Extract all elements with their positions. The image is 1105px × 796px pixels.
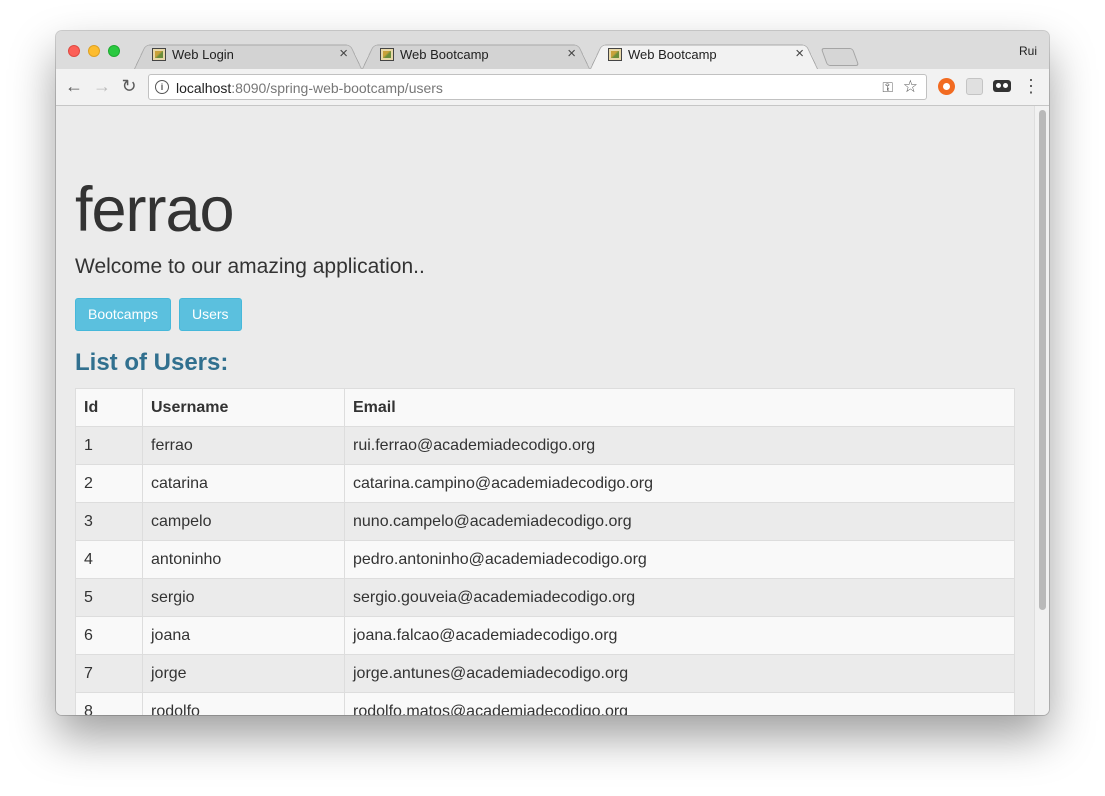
extension-orange-icon[interactable] bbox=[938, 78, 955, 95]
tab-close-icon[interactable]: × bbox=[339, 45, 348, 62]
cell-id: 5 bbox=[75, 578, 143, 617]
cell-email: sergio.gouveia@academiadecodigo.org bbox=[344, 578, 1015, 617]
tab-title: Web Bootcamp bbox=[628, 47, 717, 62]
minimize-window-button[interactable] bbox=[88, 45, 100, 57]
table-row: 2 catarina catarina.campino@academiadeco… bbox=[75, 464, 1015, 503]
page-subtitle: Welcome to our amazing application.. bbox=[75, 255, 425, 278]
column-header-email: Email bbox=[344, 388, 1015, 427]
info-icon[interactable]: i bbox=[155, 80, 169, 94]
cell-id: 2 bbox=[75, 464, 143, 503]
page-viewport: ferrao Welcome to our amazing applicatio… bbox=[56, 106, 1049, 715]
cell-email: rui.ferrao@academiadecodigo.org bbox=[344, 426, 1015, 465]
users-button[interactable]: Users bbox=[179, 298, 242, 331]
tab-web-bootcamp-active[interactable]: Web Bootcamp × bbox=[590, 41, 818, 69]
cell-username: sergio bbox=[142, 578, 345, 617]
tab-strip: Web Login × Web Bootcamp × Web Bootcamp … bbox=[56, 31, 1049, 70]
cell-username: jorge bbox=[142, 654, 345, 693]
tab-close-icon[interactable]: × bbox=[567, 45, 576, 62]
cell-id: 1 bbox=[75, 426, 143, 465]
close-window-button[interactable] bbox=[68, 45, 80, 57]
star-icon[interactable]: ☆ bbox=[903, 77, 918, 97]
cell-username: rodolfo bbox=[142, 692, 345, 715]
cell-id: 7 bbox=[75, 654, 143, 693]
cell-id: 8 bbox=[75, 692, 143, 715]
extension-mask-icon[interactable] bbox=[993, 80, 1011, 92]
maximize-window-button[interactable] bbox=[108, 45, 120, 57]
bootcamps-button[interactable]: Bootcamps bbox=[75, 298, 172, 331]
cell-username: catarina bbox=[142, 464, 345, 503]
cell-email: rodolfo.matos@academiadecodigo.org bbox=[344, 692, 1015, 715]
tab-title: Web Login bbox=[172, 47, 234, 62]
browser-window: Web Login × Web Bootcamp × Web Bootcamp … bbox=[56, 31, 1049, 715]
cell-id: 6 bbox=[75, 616, 143, 655]
table-row: 1 ferrao rui.ferrao@academiadecodigo.org bbox=[75, 426, 1015, 465]
cell-id: 4 bbox=[75, 540, 143, 579]
table-header-row: Id Username Email bbox=[75, 388, 1015, 427]
profile-name[interactable]: Rui bbox=[1019, 44, 1037, 58]
table-row: 4 antoninho pedro.antoninho@academiadeco… bbox=[75, 540, 1015, 579]
forward-arrow-icon[interactable]: → bbox=[91, 75, 113, 97]
tab-web-login[interactable]: Web Login × bbox=[134, 41, 362, 69]
column-header-id: Id bbox=[75, 388, 143, 427]
new-tab-button[interactable] bbox=[820, 48, 860, 66]
cell-email: jorge.antunes@academiadecodigo.org bbox=[344, 654, 1015, 693]
cell-username: antoninho bbox=[142, 540, 345, 579]
favicon-icon bbox=[380, 48, 394, 61]
table-row: 5 sergio sergio.gouveia@academiadecodigo… bbox=[75, 578, 1015, 617]
favicon-icon bbox=[608, 48, 622, 61]
cell-username: ferrao bbox=[142, 426, 345, 465]
reload-icon[interactable]: ↻ bbox=[118, 75, 140, 97]
cell-username: campelo bbox=[142, 502, 345, 541]
tab-title: Web Bootcamp bbox=[400, 47, 489, 62]
vertical-scrollbar[interactable] bbox=[1034, 106, 1049, 715]
cell-id: 3 bbox=[75, 502, 143, 541]
cell-email: nuno.campelo@academiadecodigo.org bbox=[344, 502, 1015, 541]
extension-gray-icon[interactable] bbox=[966, 78, 983, 95]
column-header-username: Username bbox=[142, 388, 345, 427]
favicon-icon bbox=[152, 48, 166, 61]
back-arrow-icon[interactable]: ← bbox=[63, 75, 85, 97]
address-bar[interactable]: i localhost:8090/spring-web-bootcamp/use… bbox=[148, 74, 927, 100]
section-title: List of Users: bbox=[75, 349, 229, 376]
table-row: 7 jorge jorge.antunes@academiadecodigo.o… bbox=[75, 654, 1015, 693]
table-row: 6 joana joana.falcao@academiadecodigo.or… bbox=[75, 616, 1015, 655]
key-icon[interactable]: ⚿ bbox=[882, 79, 893, 96]
cell-email: catarina.campino@academiadecodigo.org bbox=[344, 464, 1015, 503]
users-table: Id Username Email 1 ferrao rui.ferrao@ac… bbox=[75, 388, 1015, 715]
cell-username: joana bbox=[142, 616, 345, 655]
menu-icon[interactable]: ⋮ bbox=[1022, 77, 1040, 95]
scrollbar-thumb[interactable] bbox=[1039, 110, 1046, 610]
table-row: 3 campelo nuno.campelo@academiadecodigo.… bbox=[75, 502, 1015, 541]
table-row: 8 rodolfo rodolfo.matos@academiadecodigo… bbox=[75, 692, 1015, 715]
cell-email: pedro.antoninho@academiadecodigo.org bbox=[344, 540, 1015, 579]
browser-toolbar: ← → ↻ i localhost:8090/spring-web-bootca… bbox=[56, 69, 1049, 106]
tab-close-icon[interactable]: × bbox=[795, 45, 804, 62]
url-text[interactable]: localhost:8090/spring-web-bootcamp/users bbox=[176, 80, 443, 96]
page-title: ferrao bbox=[75, 175, 235, 245]
tab-web-bootcamp[interactable]: Web Bootcamp × bbox=[362, 41, 590, 69]
cell-email: joana.falcao@academiadecodigo.org bbox=[344, 616, 1015, 655]
